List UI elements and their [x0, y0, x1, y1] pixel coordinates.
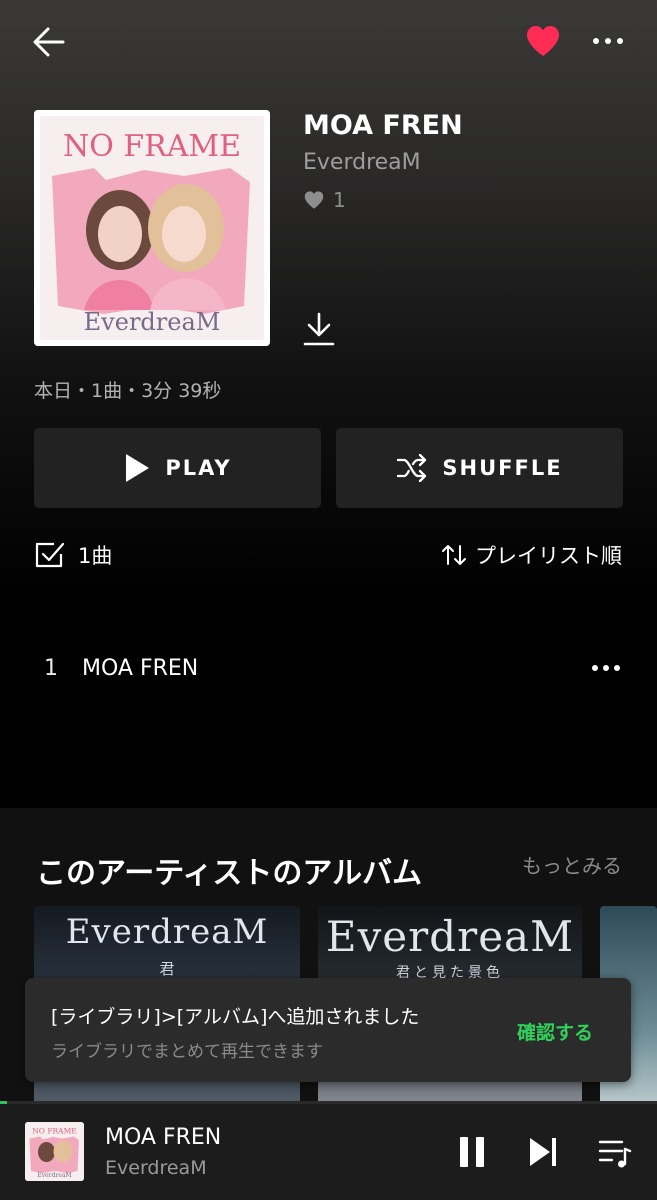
- sort-order-button[interactable]: プレイリスト順: [441, 540, 622, 570]
- queue-button[interactable]: [597, 1136, 633, 1170]
- see-more-link[interactable]: もっとみる: [522, 850, 622, 879]
- pause-icon: [460, 1137, 484, 1167]
- track-number: 1: [44, 656, 58, 681]
- mini-cover-artist-text: EverdreaM: [37, 1172, 71, 1179]
- album-title: MOA FREN: [303, 110, 463, 141]
- album-cover-image: NO FRAME EverdreaM: [34, 110, 270, 346]
- section-title: このアーティストのアルバム: [36, 856, 423, 891]
- play-button[interactable]: PLAY: [34, 428, 321, 508]
- next-track-button[interactable]: [525, 1134, 561, 1170]
- toast-notification: [ライブラリ]>[アルバム]へ追加されました ライブラリでまとめて再生できます …: [25, 978, 631, 1082]
- back-button[interactable]: [30, 22, 70, 62]
- select-tracks-button[interactable]: 1曲: [34, 539, 112, 571]
- mini-player[interactable]: NO FRAME EverdreaM MOA FREN EverdreaM: [0, 1104, 657, 1200]
- shuffle-icon: [397, 454, 427, 482]
- mini-player-cover: NO FRAME EverdreaM: [25, 1122, 84, 1181]
- like-count: 1: [303, 188, 346, 212]
- shuffle-label: SHUFFLE: [442, 456, 563, 480]
- sort-order-label: プレイリスト順: [475, 544, 622, 568]
- cover-title-text: NO FRAME: [63, 129, 241, 164]
- mini-cover-image: NO FRAME EverdreaM: [25, 1122, 84, 1181]
- mini-cover-title-text: NO FRAME: [32, 1127, 77, 1136]
- now-playing-title: MOA FREN: [105, 1125, 222, 1150]
- shuffle-button[interactable]: SHUFFLE: [336, 428, 623, 508]
- cover-artist-text: EverdreaM: [84, 308, 221, 336]
- heart-icon: [304, 191, 324, 209]
- checkbox-icon: [35, 542, 65, 568]
- track-row[interactable]: 1 MOA FREN: [0, 640, 657, 698]
- sort-icon: [442, 545, 466, 565]
- album-artist-link[interactable]: EverdreaM: [303, 150, 421, 175]
- track-more-button[interactable]: [588, 656, 624, 680]
- more-horizontal-icon: [593, 38, 623, 44]
- queue-music-icon: [598, 1140, 632, 1168]
- skip-next-icon: [530, 1138, 556, 1166]
- favorite-button[interactable]: [524, 24, 562, 58]
- download-icon: [303, 312, 335, 346]
- toast-subtext: ライブラリでまとめて再生できます: [51, 1042, 323, 1062]
- toast-message: [ライブラリ]>[アルバム]へ追加されました: [51, 1006, 420, 1028]
- track-title: MOA FREN: [82, 656, 199, 681]
- track-count-label: 1曲: [78, 544, 113, 568]
- download-button[interactable]: [300, 310, 338, 348]
- album-meta: 本日・1曲・3分 39秒: [34, 380, 222, 402]
- card-subtitle: 君: [159, 960, 175, 978]
- now-playing-artist: EverdreaM: [105, 1157, 207, 1179]
- card-logo: EverdreaM: [325, 912, 575, 961]
- more-options-button[interactable]: [588, 26, 628, 56]
- arrow-left-icon: [33, 27, 65, 57]
- play-label: PLAY: [165, 456, 232, 480]
- play-icon: [126, 454, 150, 482]
- more-horizontal-icon: [592, 665, 620, 671]
- like-count-value: 1: [333, 188, 346, 212]
- pause-button[interactable]: [454, 1134, 490, 1170]
- toast-confirm-button[interactable]: 確認する: [517, 1018, 593, 1045]
- album-cover: NO FRAME EverdreaM: [34, 110, 270, 346]
- heart-filled-icon: [527, 26, 559, 56]
- card-logo: EverdreaM: [65, 912, 269, 952]
